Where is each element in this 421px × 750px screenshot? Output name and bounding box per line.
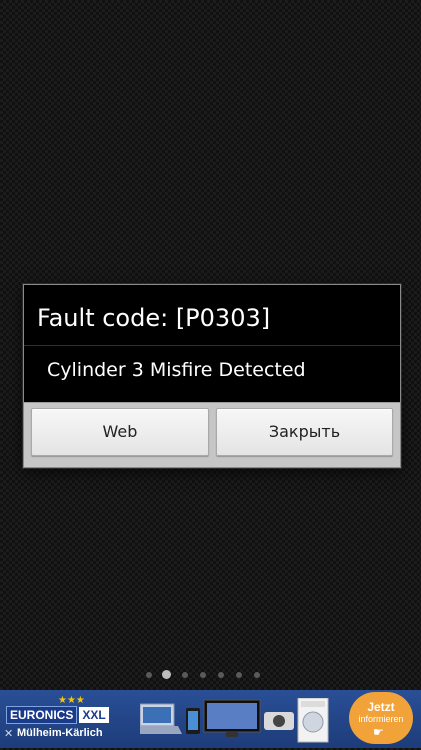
page-dot-7[interactable] [254,672,260,678]
ad-brand: EURONICS [6,706,78,724]
close-icon[interactable]: ✕ [4,727,13,740]
stars-icon: ★★★ [58,695,85,706]
page-dot-3[interactable] [182,672,188,678]
web-button[interactable]: Web [31,408,209,456]
page-dot-1[interactable] [146,672,152,678]
ad-badge: XXL [79,707,109,723]
ad-banner[interactable]: ★★★ EURONICS XXL ✕ Mülheim-Kärlich Jetzt… [0,690,421,748]
ad-location: Mülheim-Kärlich [17,727,103,739]
ad-cta-button[interactable]: Jetzt informieren ☛ [349,692,413,744]
product-images [140,698,329,743]
dialog-button-bar: Web Закрыть [24,402,400,467]
close-button[interactable]: Закрыть [216,408,393,456]
page-indicator [146,669,270,681]
fault-code-dialog: Fault code: [P0303] Cylinder 3 Misfire D… [23,284,401,468]
hand-pointer-icon: ☛ [373,725,384,739]
page-dot-4[interactable] [200,672,206,678]
ad-cta-line1: Jetzt [367,700,395,714]
page-dot-6[interactable] [236,672,242,678]
ad-cta-line2: informieren [358,714,404,724]
page-dot-5[interactable] [218,672,224,678]
page-dot-2-active[interactable] [162,670,171,679]
dialog-title: Fault code: [P0303] [37,304,271,332]
dialog-message: Cylinder 3 Misfire Detected [47,359,306,381]
home-screen: Fault code: [P0303] Cylinder 3 Misfire D… [0,0,421,750]
euronics-logo: EURONICS XXL [6,706,109,724]
